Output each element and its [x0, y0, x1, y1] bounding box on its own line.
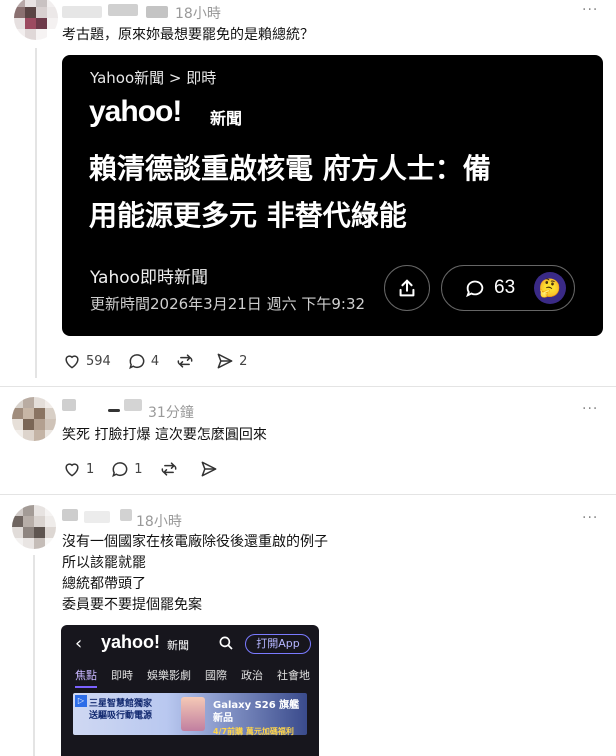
reply-button[interactable]: 1: [110, 459, 143, 479]
avatar[interactable]: [12, 397, 56, 441]
thread-line: [33, 555, 35, 756]
username-redacted: [124, 399, 142, 411]
more-options-icon[interactable]: ···: [582, 510, 598, 526]
username-redacted: [120, 509, 132, 521]
news-source: Yahoo即時新聞: [90, 268, 209, 288]
post-time: 31分鐘: [148, 405, 194, 421]
share-button[interactable]: [384, 265, 430, 311]
more-options-icon[interactable]: ···: [582, 2, 598, 18]
repost-icon: [177, 354, 193, 368]
reply-count: 4: [150, 353, 160, 369]
post-time: 18小時: [136, 514, 182, 530]
tab-focus: 焦點: [75, 667, 97, 688]
post-actions: 1 1: [62, 459, 239, 479]
reply-count: 1: [134, 461, 143, 477]
thinking-emoji-icon: 🤔: [534, 272, 566, 304]
yahoo-logo: yahoo!: [89, 95, 182, 128]
post-text-line: 沒有一個國家在核電廠除役後還重啟的例子: [62, 534, 328, 550]
headline: 賴清德談重啟核電 府方人士：備 用能源更多元 非替代綠能: [89, 145, 579, 239]
like-count: 594: [86, 353, 111, 369]
post-text-line: 委員要不要提個罷免案: [62, 597, 202, 613]
open-app-button: 打開App: [245, 634, 311, 654]
ad-text-right: Galaxy S26 旗艦新品 4/7前購 萬元加碼福利: [213, 700, 300, 736]
repost-button[interactable]: [175, 351, 199, 371]
headline-line-2: 用能源更多元 非替代綠能: [89, 199, 407, 232]
username-redacted[interactable]: [62, 399, 76, 411]
repost-button[interactable]: [159, 459, 183, 479]
category-tabs: 焦點 即時 娛樂影劇 國際 政治 社會地: [75, 667, 319, 688]
ad-text-left: 三星智慧館獨家 送驅吸行動電源: [89, 699, 153, 721]
avatar[interactable]: [14, 0, 58, 40]
repost-icon: [161, 462, 176, 476]
tab-entertainment: 娛樂影劇: [147, 669, 191, 682]
like-button[interactable]: 1: [62, 459, 94, 479]
post-1: 18小時 ··· 考古題，原來妳最想要罷免的是賴總統？ Yahoo新聞 > 即時…: [0, 0, 616, 386]
reply-icon: [128, 354, 145, 370]
username-redacted[interactable]: [62, 509, 78, 521]
post-2: 31分鐘 ··· 笑死 打臉打爆 這次要怎麼圓回來 1 1: [0, 387, 616, 494]
yahoo-logo-sub: 新聞: [167, 639, 189, 652]
heart-icon: [65, 463, 79, 477]
yahoo-logo-sub: 新聞: [210, 109, 243, 128]
tab-latest: 即時: [111, 669, 133, 682]
post-text-line: 總統都帶頭了: [62, 576, 146, 592]
post-text-line: 所以該罷就罷: [62, 555, 146, 571]
reply-icon: [112, 462, 128, 478]
reply-button[interactable]: 4: [127, 351, 159, 371]
post-text: 笑死 打臉打爆 這次要怎麼圓回來: [62, 427, 267, 443]
like-count: 1: [86, 461, 95, 477]
send-icon: [217, 353, 233, 369]
username-redacted: [146, 6, 168, 18]
breadcrumb: Yahoo新聞 > 即時: [90, 69, 217, 87]
username-redacted: [108, 4, 138, 16]
post-text: 考古題，原來妳最想要罷免的是賴總統？: [62, 27, 314, 43]
comment-bubble-icon: [466, 280, 484, 298]
tab-society: 社會地: [277, 669, 310, 682]
link-preview-card[interactable]: Yahoo新聞 > 即時 yahoo! 新聞 賴清德談重啟核電 府方人士：備 用…: [62, 55, 603, 336]
comments-button[interactable]: 63 🤔: [441, 265, 575, 311]
ad-banner: ▷ 三星智慧館獨家 送驅吸行動電源 Galaxy S26 旗艦新品 4/7前購 …: [73, 693, 307, 736]
tab-politics: 政治: [241, 669, 263, 682]
share-post-button[interactable]: 2: [215, 351, 247, 371]
updated-time: 更新時間2026年3月21日 週六 下午9:32: [90, 295, 366, 313]
post-text: 沒有一個國家在核電廠除役後還重啟的例子 所以該罷就罷 總統都帶頭了 委員要不要提…: [62, 532, 328, 616]
back-arrow-icon: ‹: [75, 633, 83, 654]
username-redacted: [108, 409, 120, 412]
ad-product-image: [181, 697, 205, 731]
thread-line: [35, 48, 37, 378]
send-icon: [201, 461, 216, 477]
share-icon: [399, 279, 415, 297]
search-icon: [219, 636, 233, 650]
headline-line-1: 賴清德談重啟核電 府方人士：備: [89, 152, 491, 185]
yahoo-logo: yahoo!: [101, 632, 161, 652]
share-count: 2: [239, 353, 248, 369]
username-redacted[interactable]: [62, 6, 102, 18]
share-post-button[interactable]: [199, 459, 223, 479]
attached-screenshot[interactable]: ‹ yahoo! 新聞 打開App 焦點 即時 娛樂影劇 國際 政治 社會地 ▷…: [61, 625, 319, 756]
comment-count: 63: [494, 277, 516, 298]
ad-badge-icon: ▷: [75, 695, 87, 707]
more-options-icon[interactable]: ···: [582, 401, 598, 417]
post-time: 18小時: [175, 6, 221, 22]
post-actions: 594 4 2: [62, 351, 263, 371]
username-redacted: [84, 511, 110, 523]
heart-icon: [65, 355, 79, 369]
tab-international: 國際: [205, 669, 227, 682]
like-button[interactable]: 594: [62, 351, 111, 371]
avatar[interactable]: [12, 505, 56, 549]
